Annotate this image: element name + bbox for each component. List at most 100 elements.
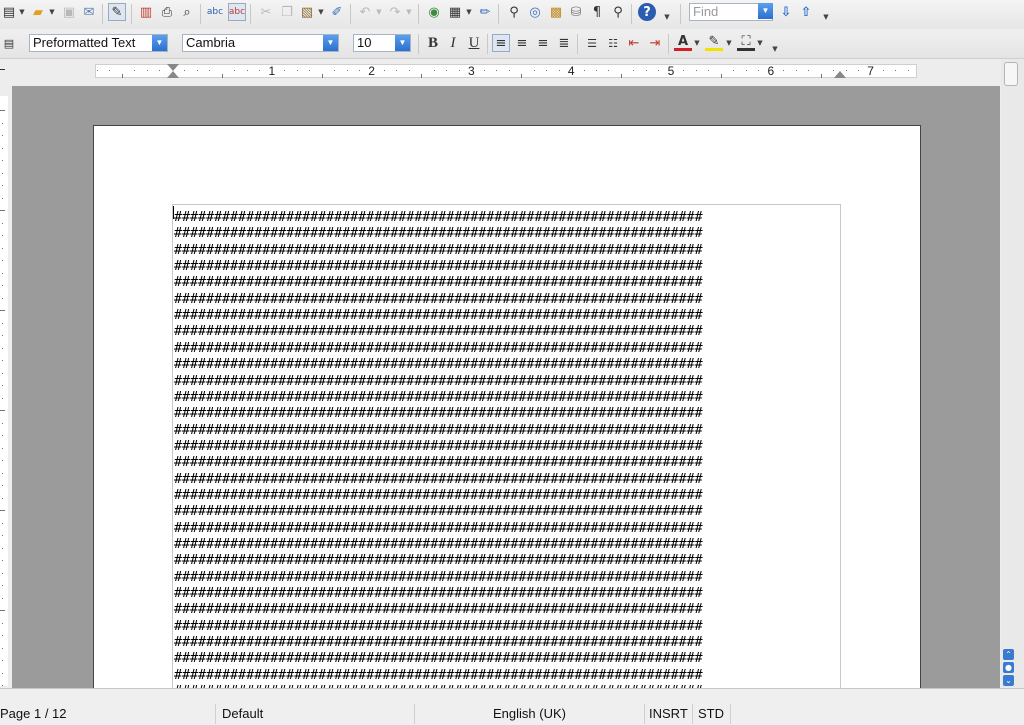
ruler-tick: [596, 70, 597, 71]
print-icon[interactable]: ⎙: [158, 3, 176, 21]
highlight-dropdown-arrow[interactable]: ▼: [726, 34, 732, 52]
undo-dropdown-arrow[interactable]: ▼: [376, 3, 382, 21]
horizontal-ruler[interactable]: [95, 64, 917, 78]
chevron-down-icon[interactable]: ▼: [395, 35, 410, 51]
document-line: ########################################…: [174, 650, 703, 667]
ruler-tick: [2, 523, 3, 524]
toolbar-separator: [250, 4, 251, 24]
underline-icon[interactable]: U: [465, 34, 483, 52]
ruler-tick: [2, 185, 3, 186]
print-preview-icon[interactable]: ⌕: [178, 3, 196, 21]
bold-icon[interactable]: B: [424, 34, 442, 52]
zoom-icon[interactable]: ⚲: [609, 3, 627, 21]
navigator-icon[interactable]: ◎: [526, 3, 544, 21]
insert-mode[interactable]: INSRT: [649, 706, 688, 721]
toolbar-separator: [350, 4, 351, 24]
save-icon[interactable]: ▣: [60, 3, 78, 21]
first-line-indent-marker[interactable]: [167, 64, 179, 71]
align-left-icon[interactable]: ≡: [492, 34, 510, 52]
ruler-tick: [334, 70, 335, 71]
tab-type-selector[interactable]: [0, 69, 5, 70]
page-info[interactable]: Page 1 / 12: [0, 706, 67, 721]
decrease-indent-icon[interactable]: ⇤: [625, 34, 643, 52]
justify-icon[interactable]: ≣: [555, 34, 573, 52]
ruler-tick: [2, 148, 3, 149]
formatting-toolbar-overflow-arrow[interactable]: ▼: [772, 40, 778, 58]
font-size-combo[interactable]: 10 ▼: [353, 34, 411, 52]
ruler-tick: [534, 70, 535, 71]
find-replace-icon[interactable]: ⚲: [505, 3, 523, 21]
text-area[interactable]: ########################################…: [172, 204, 841, 688]
ruler-tick: [821, 74, 822, 78]
align-right-icon[interactable]: ≡: [534, 34, 552, 52]
document-line: ########################################…: [174, 552, 703, 569]
next-page-icon[interactable]: ⌄: [1003, 675, 1014, 686]
numbering-icon[interactable]: ☰: [583, 34, 601, 52]
ruler-tick: [2, 323, 3, 324]
language-status[interactable]: English (UK): [493, 706, 566, 721]
paste-icon[interactable]: ▧: [298, 3, 316, 21]
ruler-tick: [259, 70, 260, 71]
font-name-combo[interactable]: Cambria ▼: [182, 34, 339, 52]
background-color-icon[interactable]: ⛶: [737, 34, 755, 51]
ruler-tick: [846, 70, 847, 71]
data-sources-icon[interactable]: ⛁: [567, 3, 585, 21]
clone-formatting-icon[interactable]: ✐: [328, 3, 346, 21]
increase-indent-icon[interactable]: ⇥: [646, 34, 664, 52]
scrollbar-thumb[interactable]: [1004, 62, 1018, 86]
gallery-icon[interactable]: ▩: [547, 3, 565, 21]
background-color-dropdown-arrow[interactable]: ▼: [757, 34, 763, 52]
left-indent-marker[interactable]: [167, 71, 179, 78]
redo-dropdown-arrow[interactable]: ▼: [406, 3, 412, 21]
toolbar-separator: [418, 34, 419, 54]
new-document-icon[interactable]: ▤: [0, 3, 18, 21]
edit-mode-icon[interactable]: ✎: [108, 3, 126, 21]
paste-dropdown-arrow[interactable]: ▼: [318, 3, 324, 21]
redo-icon[interactable]: ↷: [386, 3, 404, 21]
toolbar-overflow-arrow[interactable]: ▼: [664, 8, 670, 26]
ruler-tick: [2, 585, 3, 586]
find-toolbar-overflow-arrow[interactable]: ▼: [823, 8, 829, 26]
chevron-down-icon[interactable]: ▼: [323, 35, 338, 51]
font-color-dropdown-arrow[interactable]: ▼: [694, 34, 700, 52]
formatting-marks-icon[interactable]: ¶: [588, 3, 606, 21]
vertical-scrollbar[interactable]: [1001, 59, 1024, 688]
autospellcheck-icon[interactable]: abc: [228, 3, 246, 21]
export-pdf-icon[interactable]: ▥: [137, 3, 155, 21]
toolbar-separator: [668, 34, 669, 54]
find-previous-icon[interactable]: ⇧: [797, 3, 815, 21]
navigation-icon[interactable]: ●: [1003, 662, 1014, 673]
previous-page-icon[interactable]: ⌃: [1003, 649, 1014, 660]
italic-icon[interactable]: I: [444, 34, 462, 52]
paragraph-style-combo[interactable]: Preformatted Text ▼: [29, 34, 168, 52]
right-indent-marker[interactable]: [834, 71, 846, 78]
table-dropdown-arrow[interactable]: ▼: [466, 3, 472, 21]
styles-formatting-icon[interactable]: ▤: [0, 34, 18, 52]
highlight-icon[interactable]: ✎: [705, 34, 723, 51]
new-dropdown-arrow[interactable]: ▼: [19, 3, 25, 21]
ruler-tick: [2, 635, 3, 636]
ruler-tick: [284, 70, 285, 71]
cut-icon[interactable]: ✂: [257, 3, 275, 21]
open-folder-icon[interactable]: ▰: [29, 3, 47, 21]
help-icon[interactable]: ?: [638, 3, 656, 21]
email-icon[interactable]: ✉: [80, 3, 98, 21]
ruler-tick: [509, 70, 510, 71]
find-next-icon[interactable]: ⇩: [777, 3, 795, 21]
find-dropdown[interactable]: ▼: [757, 3, 773, 21]
spellcheck-icon[interactable]: abc: [206, 3, 224, 21]
open-dropdown-arrow[interactable]: ▼: [49, 3, 55, 21]
chevron-down-icon[interactable]: ▼: [152, 35, 167, 51]
table-icon[interactable]: ▦: [446, 3, 464, 21]
page-style[interactable]: Default: [222, 706, 263, 721]
bullets-icon[interactable]: ☷: [604, 34, 622, 52]
hyperlink-icon[interactable]: ◉: [425, 3, 443, 21]
undo-icon[interactable]: ↶: [356, 3, 374, 21]
font-color-icon[interactable]: A: [674, 34, 692, 51]
selection-mode[interactable]: STD: [698, 706, 724, 721]
draw-functions-icon[interactable]: ✏: [476, 3, 494, 21]
copy-icon[interactable]: ❐: [278, 3, 296, 21]
align-center-icon[interactable]: ≡: [513, 34, 531, 52]
ruler-tick: [521, 74, 522, 78]
document-line: ########################################…: [174, 258, 703, 275]
